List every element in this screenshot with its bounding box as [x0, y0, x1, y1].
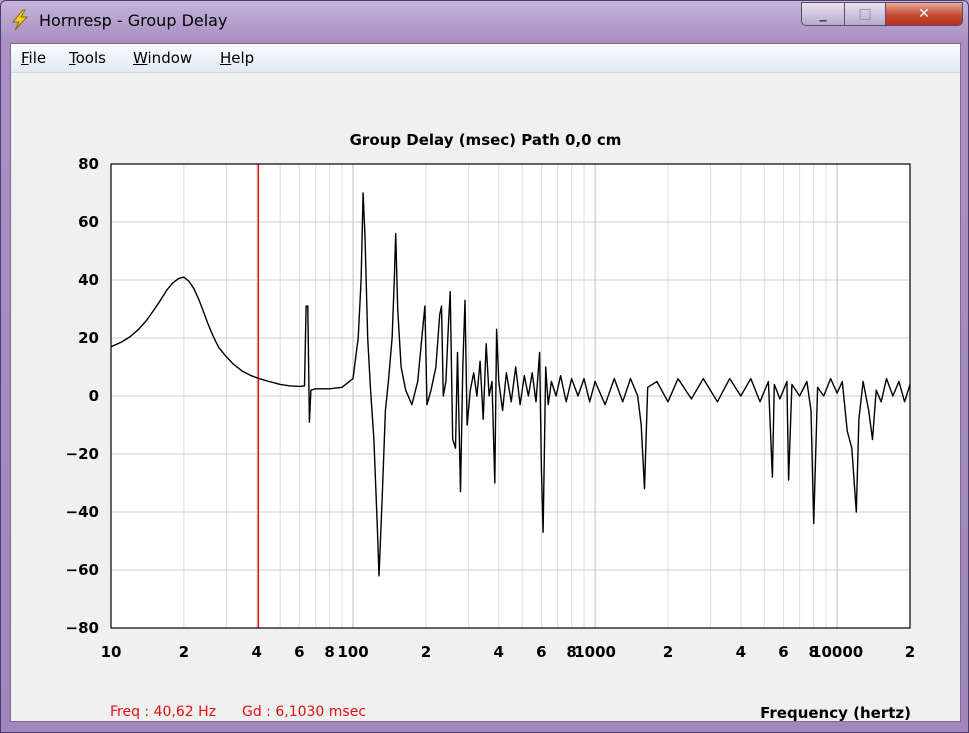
- x-tick-label: 1000: [574, 643, 616, 661]
- lightning-bolt-icon: [11, 9, 29, 31]
- x-tick-label: 2: [179, 643, 189, 661]
- x-tick-label: 4: [736, 643, 746, 661]
- y-tick-label: 40: [78, 271, 99, 289]
- x-tick-label: 100: [337, 643, 368, 661]
- x-tick-label: 10: [101, 643, 122, 661]
- x-tick-label: 6: [536, 643, 546, 661]
- minimize-button[interactable]: _: [801, 2, 845, 26]
- window-title: Hornresp - Group Delay: [39, 11, 228, 30]
- x-tick-label: 4: [494, 643, 504, 661]
- maximize-button[interactable]: □: [844, 2, 886, 26]
- maximize-icon: □: [858, 6, 872, 22]
- menu-window[interactable]: Window: [133, 49, 192, 67]
- client-area: File Tools Window Help Group Delay (msec…: [10, 43, 961, 722]
- y-tick-label: −20: [66, 445, 99, 463]
- hornresp-window: Hornresp - Group Delay _ □ ✕ File Tools …: [0, 0, 969, 733]
- x-axis-label: Frequency (hertz): [760, 704, 911, 722]
- y-tick-label: 80: [78, 155, 99, 173]
- x-tick-label: 2: [905, 643, 915, 661]
- frequency-readout: Freq : 40,62 Hz: [110, 704, 217, 720]
- y-tick-label: 60: [78, 213, 99, 231]
- x-tick-label: 6: [294, 643, 304, 661]
- minimize-icon: _: [819, 6, 827, 22]
- menu-bar: File Tools Window Help: [11, 44, 960, 73]
- x-tick-label: 10000: [811, 643, 863, 661]
- close-button[interactable]: ✕: [885, 2, 963, 26]
- y-tick-label: 20: [78, 329, 99, 347]
- group-delay-chart[interactable]: 806040200−20−40−60−8010 2 4 6 8 100 2 4 6 81000 2 4…: [11, 73, 960, 693]
- y-tick-label: −80: [66, 619, 99, 637]
- menu-help[interactable]: Help: [220, 49, 254, 67]
- group-delay-plot[interactable]: Group Delay (msec) Path 0,0 cm 80 60 40 20 0…: [11, 73, 960, 722]
- group-delay-readout: Gd : 6,1030 msec: [242, 704, 367, 720]
- x-tick-label: 6: [778, 643, 788, 661]
- x-tick-label: 2: [663, 643, 673, 661]
- y-tick-label: −40: [66, 503, 99, 521]
- y-tick-label: −60: [66, 561, 99, 579]
- y-tick-label: 0: [89, 387, 99, 405]
- x-tick-label: 8: [324, 643, 334, 661]
- x-tick-label: 2: [421, 643, 431, 661]
- x-tick-label: 4: [252, 643, 262, 661]
- menu-file[interactable]: File: [21, 49, 46, 67]
- close-icon: ✕: [918, 6, 930, 22]
- title-bar[interactable]: Hornresp - Group Delay _ □ ✕: [1, 1, 968, 41]
- menu-tools[interactable]: Tools: [69, 49, 106, 67]
